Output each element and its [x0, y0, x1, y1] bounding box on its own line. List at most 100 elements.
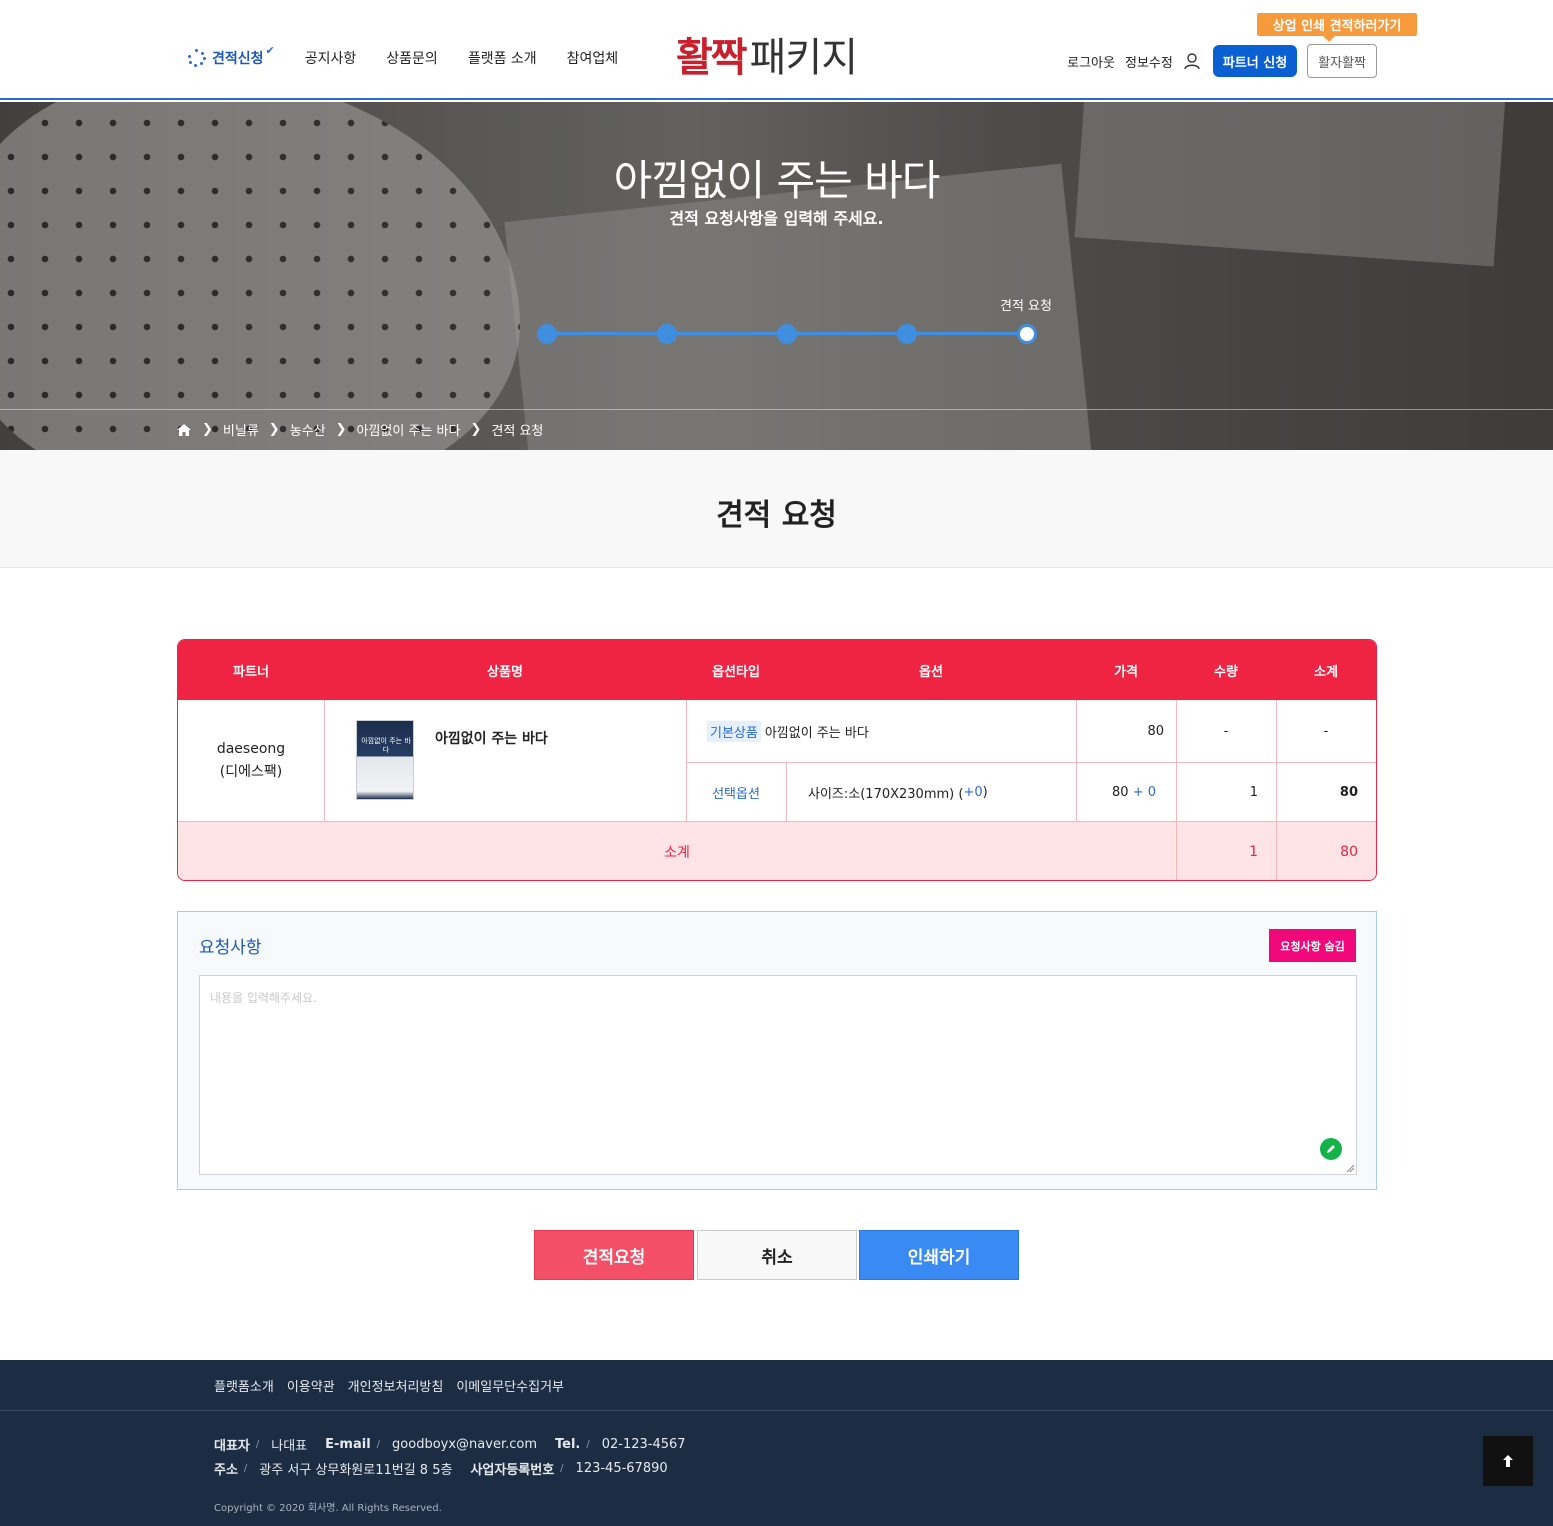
partner-apply-button[interactable]: 파트너 신청	[1212, 45, 1298, 77]
logout-link[interactable]: 로그아웃	[1067, 52, 1115, 71]
hide-request-button[interactable]: 요청사항 숨김	[1269, 929, 1356, 962]
biz-value: 123-45-67890	[575, 1461, 668, 1476]
quote-table: 파트너 상품명 옵션타입 옵션 가격 수량 소계 daeseong (디에스팩)…	[177, 639, 1377, 881]
chevron-right-icon: ❯	[335, 422, 347, 437]
hero-title: 아낌없이 주는 바다	[613, 156, 941, 205]
commercial-print-quote-badge[interactable]: 상업 인쇄 견적하러가기	[1257, 13, 1417, 42]
resize-grip-icon[interactable]	[1345, 1163, 1355, 1173]
page-title-band: 견적 요청	[0, 450, 1553, 568]
rep-label: 대표자	[214, 1439, 250, 1454]
print-button[interactable]: 인쇄하기	[859, 1230, 1019, 1280]
separator: /	[255, 1439, 260, 1450]
page-title: 견적 요청	[716, 498, 837, 533]
separator: /	[376, 1439, 381, 1450]
utility-menu: 로그아웃 정보수정 파트너 신청 활자활짝	[1067, 44, 1377, 78]
step-dot-5-current	[1017, 324, 1037, 344]
selected-option-name: 사이즈:소(170X230mm) (	[808, 786, 964, 802]
footer-link-privacy[interactable]: 개인정보처리방침	[348, 1376, 444, 1395]
step-dot-4	[897, 324, 917, 344]
col-header-option-type: 옵션타입	[712, 664, 760, 680]
selected-option-close: )	[982, 784, 988, 800]
selected-option: 사이즈:소(170X230mm) (+0)	[808, 762, 988, 822]
nav-notice[interactable]: 공지사항	[305, 48, 357, 68]
col-header-option: 옵션	[919, 664, 943, 680]
step-dot-3	[777, 324, 797, 344]
step-dot-2	[657, 324, 677, 344]
home-icon[interactable]	[176, 422, 192, 438]
footer-divider	[0, 1410, 1553, 1411]
row2-qty: 1	[1249, 784, 1258, 800]
grid-line	[786, 762, 787, 822]
breadcrumb-item-product[interactable]: 아낌없이 주는 바다	[357, 420, 461, 439]
scroll-to-top-button[interactable]	[1483, 1436, 1533, 1486]
pen-icon[interactable]	[1320, 1138, 1342, 1160]
request-textarea[interactable]	[199, 975, 1357, 1175]
footer-link-email-refusal[interactable]: 이메일무단수집거부	[456, 1376, 564, 1395]
user-icon[interactable]	[1183, 52, 1201, 70]
loading-spinner-icon	[188, 49, 206, 67]
double-check-icon: ✔	[265, 43, 275, 57]
basic-product-tag: 기본상품	[707, 720, 761, 742]
partner-id: daeseong	[216, 741, 286, 757]
main-nav: 견적신청 ✔ 공지사항 상품문의 플랫폼 소개 참여업체	[188, 44, 648, 68]
separator: /	[243, 1463, 248, 1474]
addr-value: 광주 서구 상무화원로11번길 8 5층	[259, 1463, 453, 1478]
col-header-subtotal: 소계	[1314, 664, 1338, 680]
col-header-qty: 수량	[1214, 664, 1238, 680]
col-header-product: 상품명	[487, 664, 523, 680]
product-thumbnail[interactable]: 아낌없이 주는 바다	[356, 720, 414, 800]
chevron-right-icon: ❯	[202, 422, 213, 437]
site-logo[interactable]: 활짝 패키지	[676, 26, 858, 82]
rep-value: 나대표	[271, 1439, 308, 1454]
partner-cell: daeseong (디에스팩)	[178, 700, 324, 822]
hero-subtitle: 견적 요청사항을 입력해 주세요.	[669, 209, 884, 228]
breadcrumb-item-vinyl[interactable]: 비닐류	[223, 420, 259, 439]
nav-product-inquiry[interactable]: 상품문의	[386, 48, 438, 68]
submit-quote-button[interactable]: 견적요청	[534, 1230, 694, 1280]
breadcrumb-divider	[0, 409, 1553, 410]
product-name[interactable]: 아낌없이 주는 바다	[435, 728, 548, 748]
summary-qty: 1	[1249, 844, 1258, 860]
cancel-button[interactable]: 취소	[697, 1230, 857, 1280]
row1-subtotal: -	[1323, 723, 1329, 739]
nav-participants[interactable]: 참여업체	[567, 48, 619, 68]
footer-info-line-1: 대표자 / 나대표 E-mail / goodboyx@naver.com Tel.…	[214, 1435, 686, 1454]
copyright: Copyright © 2020 회사명. All Rights Reserve…	[214, 1503, 442, 1514]
nav-platform-intro[interactable]: 플랫폼 소개	[468, 48, 537, 68]
row1-price: 80	[1147, 723, 1164, 739]
logo-text-red: 활짝	[676, 35, 748, 81]
current-step-label: 견적 요청	[1000, 299, 1052, 314]
email-label: E-mail	[325, 1437, 371, 1452]
option-row-basic: 기본상품 아낌없이 주는 바다	[707, 700, 869, 762]
logo-text-dark: 패키지	[749, 35, 858, 81]
edit-info-link[interactable]: 정보수정	[1125, 52, 1173, 71]
chevron-right-icon: ❯	[268, 422, 280, 437]
breadcrumb: ❯ 비닐류 ❯ 농수산 ❯ 아낌없이 주는 바다 ❯ 견적 요청	[176, 420, 543, 439]
chevron-right-icon: ❯	[470, 422, 482, 437]
col-header-partner: 파트너	[233, 664, 269, 680]
email-value: goodboyx@naver.com	[392, 1437, 537, 1452]
footer-link-platform[interactable]: 플랫폼소개	[214, 1376, 274, 1395]
nav-quote-request-label: 견적신청	[212, 51, 264, 67]
grid-line	[324, 700, 325, 822]
arrow-up-icon	[1503, 1455, 1513, 1467]
footer-link-terms[interactable]: 이용약관	[287, 1376, 335, 1395]
biz-label: 사업자등록번호	[470, 1463, 555, 1478]
basic-option-name: 아낌없이 주는 바다	[764, 725, 869, 741]
footer-info-line-2: 주소 / 광주 서구 상무화원로11번길 8 5층 사업자등록번호 / 123-45…	[214, 1459, 668, 1478]
hwalja-button[interactable]: 활자활짝	[1307, 44, 1377, 78]
row1-qty: -	[1223, 723, 1229, 739]
summary-total: 80	[1340, 844, 1358, 860]
nav-quote-request[interactable]: 견적신청 ✔	[188, 44, 275, 68]
footer-links: 플랫폼소개 이용약관 개인정보처리방침 이메일무단수집거부	[214, 1376, 577, 1395]
tel-value: 02-123-4567	[601, 1437, 686, 1452]
request-section: 요청사항 요청사항 숨김	[177, 911, 1377, 1190]
breadcrumb-item-agri[interactable]: 농수산	[290, 420, 326, 439]
row2-price-extra: + 0	[1132, 784, 1156, 800]
row2-subtotal: 80	[1339, 784, 1358, 800]
tel-label: Tel.	[555, 1437, 581, 1452]
col-header-price: 가격	[1114, 664, 1138, 680]
partner-company: (디에스팩)	[219, 764, 283, 780]
product-thumbnail-text: 아낌없이 주는 바다	[361, 737, 411, 754]
hero-banner: 아낌없이 주는 바다 견적 요청사항을 입력해 주세요. 견적 요청 ❯ 비닐류…	[0, 102, 1553, 450]
